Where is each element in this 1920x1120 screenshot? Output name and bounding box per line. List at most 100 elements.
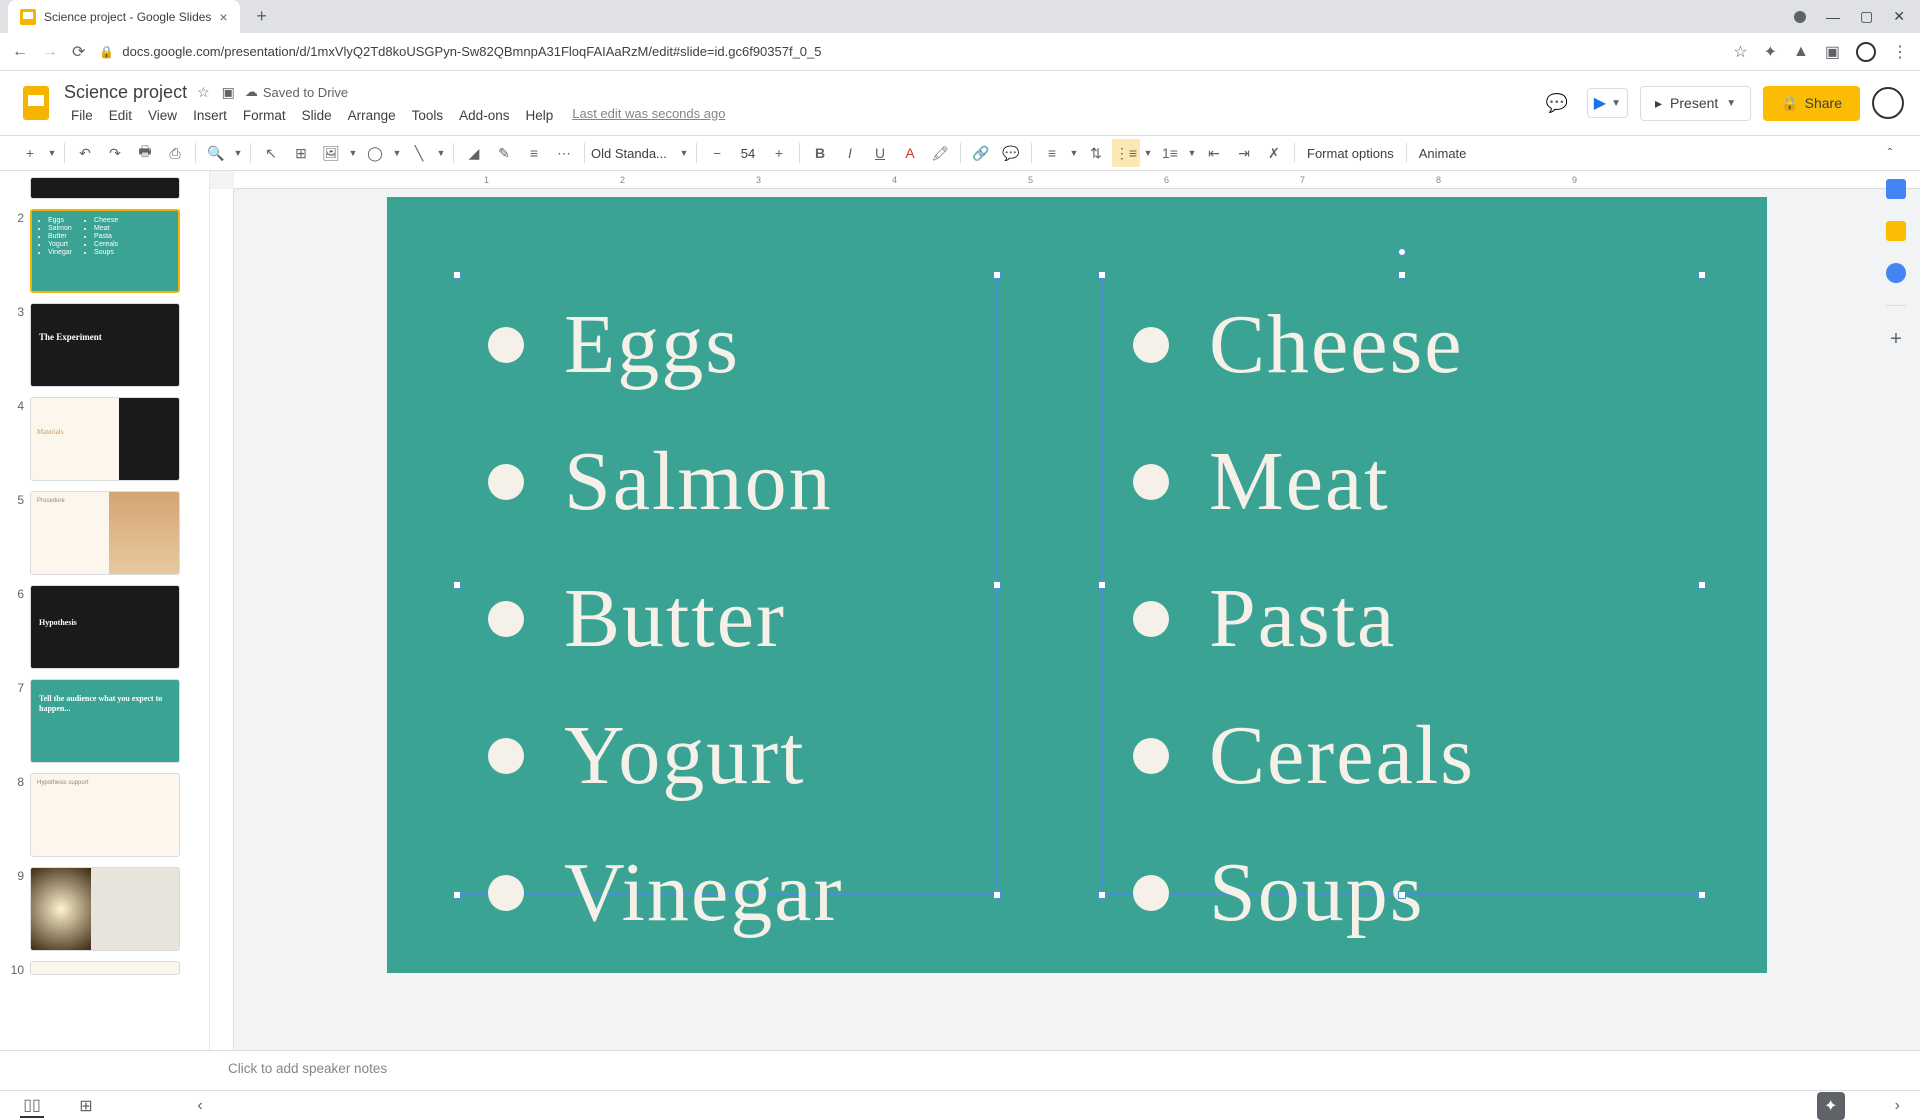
calendar-icon[interactable] — [1886, 179, 1906, 199]
document-title[interactable]: Science project — [64, 82, 187, 103]
explore-button[interactable]: ✦ — [1817, 1092, 1845, 1120]
account-icon[interactable] — [1872, 87, 1904, 119]
menu-view[interactable]: View — [141, 106, 184, 125]
star-doc-icon[interactable]: ☆ — [197, 84, 210, 101]
zoom-dropdown[interactable]: ▼ — [232, 139, 244, 167]
comment-button[interactable]: 💬 — [997, 139, 1025, 167]
vertical-ruler[interactable] — [210, 189, 234, 1050]
chrome-profile-icon[interactable] — [1856, 42, 1876, 62]
comments-icon[interactable]: 💬 — [1539, 85, 1575, 121]
select-tool[interactable]: ↖ — [257, 139, 285, 167]
tasks-icon[interactable] — [1886, 263, 1906, 283]
extension-icon[interactable]: ▲ — [1793, 43, 1809, 61]
font-dropdown[interactable]: ▼ — [678, 139, 690, 167]
close-tab-icon[interactable]: × — [219, 9, 227, 25]
browser-tab[interactable]: Science project - Google Slides × — [8, 0, 240, 33]
bulleted-list-button[interactable]: ⋮≡ — [1112, 139, 1140, 167]
slide-thumb-3[interactable]: The Experiment — [30, 303, 180, 387]
menu-arrange[interactable]: Arrange — [341, 106, 403, 125]
bold-button[interactable]: B — [806, 139, 834, 167]
fill-color-button[interactable]: ◢ — [460, 139, 488, 167]
present-options-icon[interactable]: ▶▼ — [1587, 88, 1628, 118]
numbered-list-button[interactable]: 1≡ — [1156, 139, 1184, 167]
collapse-filmstrip-icon[interactable]: ‹ — [188, 1094, 212, 1118]
animate-button[interactable]: Animate — [1413, 146, 1473, 161]
zoom-button[interactable]: 🔍 — [202, 139, 230, 167]
text-box-right[interactable]: Cheese Meat Pasta Cereals Soups — [1102, 275, 1702, 895]
speaker-notes[interactable]: Click to add speaker notes — [0, 1050, 1920, 1090]
last-edit-link[interactable]: Last edit was seconds ago — [572, 106, 725, 125]
align-dropdown[interactable]: ▼ — [1068, 139, 1080, 167]
shape-tool[interactable]: ◯ — [361, 139, 389, 167]
present-button[interactable]: ▸ Present ▼ — [1640, 86, 1751, 121]
keep-icon[interactable] — [1886, 221, 1906, 241]
menu-insert[interactable]: Insert — [186, 106, 234, 125]
maximize-icon[interactable]: ▢ — [1860, 8, 1873, 25]
menu-file[interactable]: File — [64, 106, 100, 125]
paint-format-button[interactable]: ⎙ — [161, 139, 189, 167]
slide-thumb-8[interactable]: Hypothesis support — [30, 773, 180, 857]
minimize-icon[interactable]: — — [1826, 9, 1840, 25]
reload-icon[interactable]: ⟳ — [72, 42, 85, 62]
image-dropdown[interactable]: ▼ — [347, 139, 359, 167]
border-weight-button[interactable]: ≡ — [520, 139, 548, 167]
collapse-toolbar-icon[interactable]: ˆ — [1876, 139, 1904, 167]
new-slide-dropdown[interactable]: ▼ — [46, 139, 58, 167]
increase-indent-button[interactable]: ⇥ — [1230, 139, 1258, 167]
font-size-input[interactable]: 54 — [733, 145, 763, 162]
back-icon[interactable]: ← — [12, 43, 28, 61]
move-doc-icon[interactable]: ▣ — [222, 84, 235, 101]
slide-thumb-6[interactable]: Hypothesis — [30, 585, 180, 669]
print-button[interactable]: 🖶 — [131, 139, 159, 167]
profile-indicator-icon[interactable] — [1794, 11, 1806, 23]
share-button[interactable]: 🔒 Share — [1763, 86, 1860, 121]
add-addon-icon[interactable]: + — [1890, 328, 1902, 351]
slide-thumb-4[interactable]: Materials — [30, 397, 180, 481]
close-window-icon[interactable]: ✕ — [1893, 8, 1905, 25]
slide-thumb-9[interactable] — [30, 867, 180, 951]
text-color-button[interactable]: A — [896, 139, 924, 167]
menu-edit[interactable]: Edit — [102, 106, 139, 125]
textbox-tool[interactable]: ⊞ — [287, 139, 315, 167]
extensions-icon[interactable]: ✦ — [1764, 42, 1777, 62]
reading-list-icon[interactable]: ▣ — [1825, 42, 1840, 62]
line-tool[interactable]: ╲ — [405, 139, 433, 167]
slides-logo-icon[interactable] — [16, 83, 56, 123]
text-box-left[interactable]: Eggs Salmon Butter Yogurt Vinegar — [457, 275, 997, 895]
slide-thumb-7[interactable]: Tell the audience what you expect to hap… — [30, 679, 180, 763]
slide-thumb-10[interactable] — [30, 961, 180, 975]
highlight-button[interactable]: 🖍 — [926, 139, 954, 167]
menu-format[interactable]: Format — [236, 106, 293, 125]
menu-slide[interactable]: Slide — [295, 106, 339, 125]
save-status[interactable]: ☁ Saved to Drive — [245, 84, 348, 100]
star-bookmark-icon[interactable]: ☆ — [1733, 42, 1747, 62]
slide-thumb-5[interactable]: Procedure — [30, 491, 180, 575]
border-color-button[interactable]: ✎ — [490, 139, 518, 167]
italic-button[interactable]: I — [836, 139, 864, 167]
line-spacing-button[interactable]: ⇅ — [1082, 139, 1110, 167]
chrome-menu-icon[interactable]: ⋮ — [1892, 42, 1908, 62]
border-dash-button[interactable]: ⋯ — [550, 139, 578, 167]
menu-addons[interactable]: Add-ons — [452, 106, 516, 125]
new-tab-button[interactable]: + — [248, 3, 276, 31]
align-button[interactable]: ≡ — [1038, 139, 1066, 167]
clear-formatting-button[interactable]: ✗ — [1260, 139, 1288, 167]
link-button[interactable]: 🔗 — [967, 139, 995, 167]
grid-view-icon[interactable]: ⊞ — [74, 1094, 98, 1118]
font-family-select[interactable]: Old Standa... — [591, 146, 676, 161]
decrease-indent-button[interactable]: ⇤ — [1200, 139, 1228, 167]
filmstrip[interactable]: 2 EggsSalmonButterYogurtVinegar CheeseMe… — [0, 171, 210, 1050]
slide-canvas[interactable]: Eggs Salmon Butter Yogurt Vinegar — [387, 197, 1767, 973]
menu-tools[interactable]: Tools — [405, 106, 451, 125]
new-slide-button[interactable]: + — [16, 139, 44, 167]
slide-thumb-2[interactable]: EggsSalmonButterYogurtVinegar CheeseMeat… — [30, 209, 180, 293]
redo-button[interactable]: ↷ — [101, 139, 129, 167]
shape-dropdown[interactable]: ▼ — [391, 139, 403, 167]
numbered-dropdown[interactable]: ▼ — [1186, 139, 1198, 167]
font-size-decrease[interactable]: − — [703, 139, 731, 167]
side-panel-toggle-icon[interactable]: › — [1895, 1097, 1900, 1115]
slide-thumb-1[interactable] — [30, 177, 180, 199]
image-tool[interactable]: 🖼 — [317, 139, 345, 167]
undo-button[interactable]: ↶ — [71, 139, 99, 167]
bullet-dropdown[interactable]: ▼ — [1142, 139, 1154, 167]
